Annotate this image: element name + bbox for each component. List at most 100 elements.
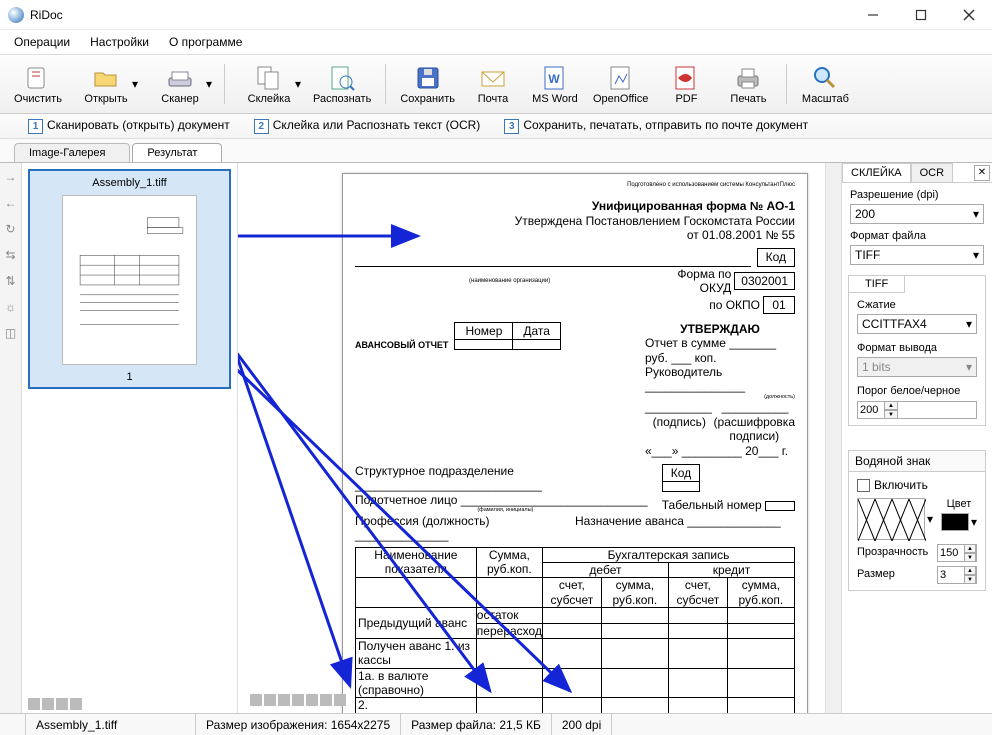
color-label: Цвет (941, 498, 977, 510)
crop-icon[interactable]: ◫ (3, 325, 19, 341)
pdf-button[interactable]: PDF (656, 59, 716, 109)
step-bar: 1Сканировать (открыть) документ 2Склейка… (0, 114, 992, 139)
window-title: RiDoc (30, 8, 858, 22)
threshold-input[interactable]: ▲▼ (857, 401, 977, 419)
zoom-button[interactable]: Масштаб (795, 59, 855, 109)
vertical-scrollbar[interactable] (825, 163, 841, 713)
bits-label: Формат вывода (857, 342, 977, 354)
arrow-left-icon[interactable]: ← (3, 195, 19, 211)
pdf-icon (672, 64, 700, 92)
separator (224, 64, 225, 104)
threshold-label: Порог белое/черное (857, 385, 977, 397)
openoffice-button[interactable]: OpenOffice (587, 59, 654, 109)
clear-button[interactable]: Очистить (8, 59, 68, 109)
preview-area: Подготовлено с использованием системы Ко… (238, 163, 842, 713)
arrow-right-icon[interactable]: → (3, 169, 19, 185)
status-file: Assembly_1.tiff (26, 714, 196, 735)
thumb-squares (22, 695, 237, 713)
svg-text:W: W (548, 72, 560, 86)
flip-h-icon[interactable]: ⇆ (3, 247, 19, 263)
scanner-icon (166, 64, 194, 92)
color-well[interactable] (941, 513, 969, 531)
menu-about[interactable]: О программе (161, 32, 250, 52)
compression-label: Сжатие (857, 299, 977, 311)
menu-operations[interactable]: Операции (6, 32, 78, 52)
panel-close-button[interactable]: ✕ (974, 165, 990, 181)
right-panel: СКЛЕЙКА OCR ✕ Разрешение (dpi) 200▾ Форм… (842, 163, 992, 713)
bits-select: 1 bits▾ (857, 357, 977, 377)
chevron-down-icon: ▾ (973, 207, 979, 221)
document-page: Подготовлено с использованием системы Ко… (342, 173, 808, 713)
ocr-icon (328, 64, 356, 92)
menu-settings[interactable]: Настройки (82, 32, 157, 52)
opacity-label: Прозрачность (857, 546, 928, 558)
menu-bar: Операции Настройки О программе (0, 30, 992, 54)
format-label: Формат файла (850, 230, 984, 242)
scanner-button[interactable]: Сканер ▾ (144, 59, 216, 109)
open-icon (92, 64, 120, 92)
checkbox-icon[interactable] (857, 479, 870, 492)
splice-button[interactable]: Склейка ▾ (233, 59, 305, 109)
chevron-down-icon[interactable]: ▾ (927, 512, 933, 526)
rotate-icon[interactable]: ↻ (3, 221, 19, 237)
dpi-label: Разрешение (dpi) (850, 189, 984, 201)
status-dpi: 200 dpi (552, 714, 612, 735)
format-select[interactable]: TIFF▾ (850, 245, 984, 265)
dpi-select[interactable]: 200▾ (850, 204, 984, 224)
watermark-enable[interactable]: Включить (857, 478, 977, 492)
separator (786, 64, 787, 104)
chevron-down-icon: ▾ (132, 77, 138, 91)
splice-icon (255, 64, 283, 92)
ocr-button[interactable]: Распознать (307, 59, 377, 109)
app-icon (8, 7, 24, 23)
print-icon (734, 64, 762, 92)
panel-tab-splice[interactable]: СКЛЕЙКА (842, 163, 911, 182)
tab-result[interactable]: Результат (132, 143, 222, 162)
step-3[interactable]: 3Сохранить, печатать, отправить по почте… (504, 118, 808, 134)
brightness-icon[interactable]: ☼ (3, 299, 19, 315)
status-bar: Assembly_1.tiff Размер изображения: 1654… (0, 713, 992, 735)
thumbnail-image (62, 195, 197, 365)
compression-select[interactable]: CCITTFAX4▾ (857, 314, 977, 334)
chevron-down-icon: ▾ (973, 248, 979, 262)
spinner-down[interactable]: ▼ (884, 410, 898, 419)
watermark-pattern[interactable] (857, 498, 925, 540)
thumbnail-number: 1 (34, 369, 225, 383)
left-toolbar: → ← ↻ ⇆ ⇅ ☼ ◫ (0, 163, 22, 713)
separator (385, 64, 386, 104)
print-button[interactable]: Печать (718, 59, 778, 109)
size-label: Размер (857, 568, 895, 580)
status-filesize: Размер файла: 21,5 КБ (401, 714, 552, 735)
save-button[interactable]: Сохранить (394, 59, 461, 109)
thumbnail-area: Assembly_1.tiff (22, 163, 238, 713)
tab-strip: Image-Галерея Результат (0, 139, 992, 163)
clear-icon (24, 64, 52, 92)
subtab-tiff[interactable]: TIFF (849, 276, 905, 293)
panel-tab-ocr[interactable]: OCR (911, 163, 953, 182)
minimize-button[interactable] (858, 4, 888, 26)
close-button[interactable] (954, 4, 984, 26)
chevron-down-icon: ▾ (966, 317, 972, 331)
size-input[interactable]: ▲▼ (937, 566, 977, 584)
chevron-down-icon: ▾ (206, 77, 212, 91)
preview-canvas[interactable]: Подготовлено с использованием системы Ко… (238, 163, 825, 713)
open-button[interactable]: Открыть ▾ (70, 59, 142, 109)
maximize-button[interactable] (906, 4, 936, 26)
step-2[interactable]: 2Склейка или Распознать текст (OCR) (254, 118, 481, 134)
spinner-up[interactable]: ▲ (884, 401, 898, 410)
flip-v-icon[interactable]: ⇅ (3, 273, 19, 289)
watermark-title: Водяной знак (849, 451, 985, 472)
word-button[interactable]: W MS Word (525, 59, 585, 109)
zoom-icon (811, 64, 839, 92)
save-icon (414, 64, 442, 92)
tab-gallery[interactable]: Image-Галерея (14, 143, 130, 162)
opacity-input[interactable]: ▲▼ (937, 544, 977, 562)
chevron-down-icon[interactable]: ▾ (971, 515, 977, 529)
main-toolbar: Очистить Открыть ▾ Сканер ▾ Склейка ▾ Ра… (0, 54, 992, 114)
mail-button[interactable]: Почта (463, 59, 523, 109)
preview-squares (244, 691, 352, 709)
thumbnail-item[interactable]: Assembly_1.tiff (28, 169, 231, 389)
step-1[interactable]: 1Сканировать (открыть) документ (28, 118, 230, 134)
thumbnail-label: Assembly_1.tiff (34, 175, 225, 191)
watermark-box: Водяной знак Включить ▾ Цвет ▾ Прозрачно (848, 450, 986, 591)
